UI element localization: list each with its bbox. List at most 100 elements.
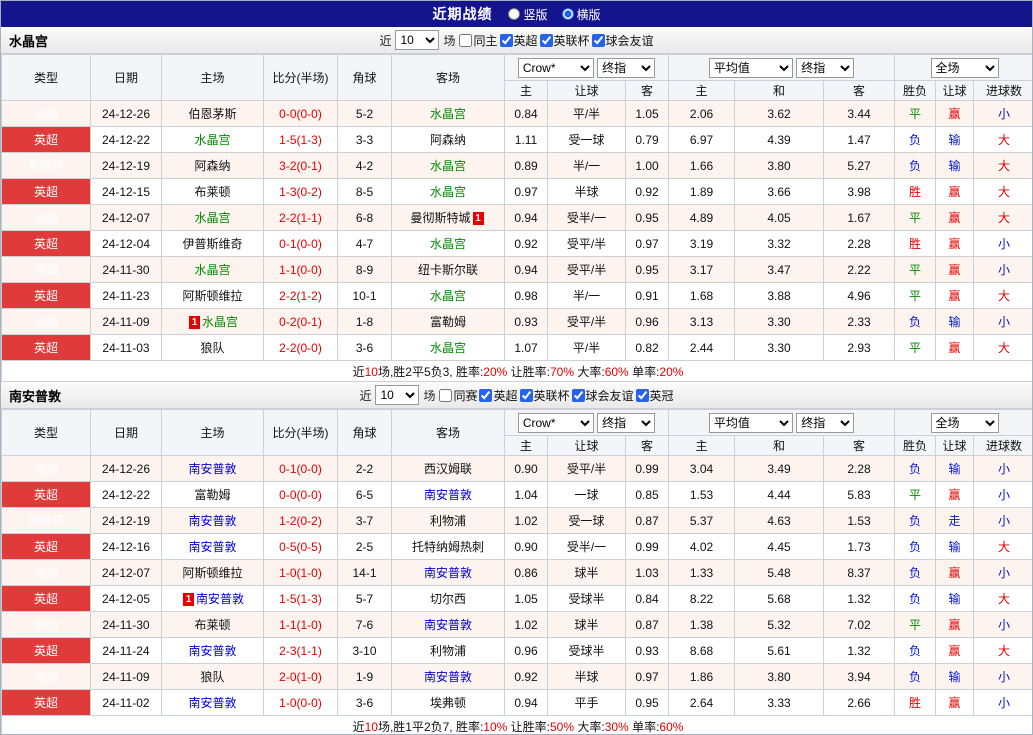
filter-checkbox[interactable]: [635, 388, 649, 402]
result: 负: [894, 126, 937, 153]
league-type: 英超: [1, 559, 91, 586]
filter-英超[interactable]: 英超: [479, 387, 518, 404]
odds-handicap: 半/一: [547, 282, 626, 309]
home-team-name: 阿斯顿维拉: [182, 566, 243, 580]
filter-checkbox[interactable]: [519, 388, 533, 402]
away-team-cell: 西汉姆联: [391, 455, 505, 482]
handicap-result: 赢: [935, 230, 975, 257]
avg-away: 1.73: [823, 533, 896, 560]
league-type: 英超: [1, 689, 91, 716]
avg-home: 3.19: [668, 230, 736, 257]
result: 平: [894, 334, 937, 361]
filter-checkbox[interactable]: [459, 33, 473, 47]
result: 平: [894, 481, 937, 508]
average-stage-select[interactable]: 终指: [796, 412, 855, 433]
odds-handicap: 受平/半: [547, 230, 626, 257]
filter-英联杯[interactable]: 英联杯: [519, 387, 570, 404]
league-type: 英超: [1, 585, 91, 612]
avg-draw: 4.05: [734, 204, 825, 231]
avg-home: 1.68: [668, 282, 736, 309]
odds-away: 0.79: [624, 126, 670, 153]
filter-checkbox[interactable]: [539, 33, 553, 47]
recent-count-select[interactable]: 10: [395, 30, 440, 50]
scope-select[interactable]: 全场: [930, 412, 999, 433]
goals-result: 小: [973, 559, 1032, 586]
filter-英联杯[interactable]: 英联杯: [539, 32, 590, 49]
match-row: 英超 24-11-09 狼队 2-0(1-0) 1-9 南安普敦 0.92 半球 0.97 1.8…: [1, 663, 1032, 690]
avg-home: 5.37: [668, 507, 736, 534]
odds-stage-select[interactable]: 终指: [597, 57, 656, 78]
filter-checkbox[interactable]: [439, 388, 453, 402]
odds-stage-select[interactable]: 终指: [597, 412, 656, 433]
odds-handicap: 受一球: [547, 507, 626, 534]
col-header-away: 客场: [391, 409, 505, 456]
col-header-corner: 角球: [337, 54, 392, 101]
filter-同赛[interactable]: 同赛: [439, 387, 477, 404]
score: 1-2(0-2): [263, 507, 338, 534]
match-date: 24-12-05: [90, 585, 162, 612]
layout-radio-input[interactable]: [561, 8, 574, 20]
handicap-result: 赢: [935, 256, 975, 283]
filter-checkbox[interactable]: [571, 388, 585, 402]
goals-result: 小: [973, 481, 1032, 508]
average-select[interactable]: 平均值: [708, 412, 793, 433]
corners: 6-5: [337, 481, 392, 508]
recent-label-suffix: 场: [443, 33, 456, 48]
filter-英超[interactable]: 英超: [499, 32, 538, 49]
filter-英冠[interactable]: 英冠: [635, 387, 674, 404]
avg-home: 3.13: [668, 308, 736, 335]
filter-checkbox[interactable]: [499, 33, 513, 47]
filter-球会友谊[interactable]: 球会友谊: [591, 32, 654, 49]
sub-header-avg-home: 主: [668, 435, 736, 456]
score: 1-5(1-3): [263, 126, 338, 153]
average-stage-select[interactable]: 终指: [796, 57, 855, 78]
home-team-name: 阿森纳: [194, 159, 231, 173]
match-date: 24-12-26: [90, 455, 162, 482]
filter-球会友谊[interactable]: 球会友谊: [571, 387, 634, 404]
sub-header-avg-draw: 和: [734, 80, 825, 101]
score: 0-5(0-5): [263, 533, 338, 560]
goals-result: 大: [973, 178, 1032, 205]
match-row: 英超 24-12-16 南安普敦 0-5(0-5) 2-5 托特纳姆热刺 0.90 受半/一 0…: [1, 533, 1032, 560]
average-select[interactable]: 平均值: [708, 57, 793, 78]
odds-home: 0.86: [504, 559, 548, 586]
recent-count-select[interactable]: 10: [375, 385, 420, 405]
score: 2-2(1-1): [263, 204, 338, 231]
bookmaker-select[interactable]: Crow*: [517, 412, 594, 433]
home-team-cell: 南安普敦: [161, 637, 264, 664]
avg-away: 1.67: [823, 204, 896, 231]
away-team-cell: 水晶宫: [391, 334, 505, 361]
odds-handicap: 受半/一: [547, 204, 626, 231]
result: 负: [894, 507, 937, 534]
layout-radio-2[interactable]: 横版: [561, 6, 601, 23]
corners: 4-2: [337, 152, 392, 179]
sub-header-odds-home: 主: [504, 80, 548, 101]
layout-radio-1[interactable]: 竖版: [508, 6, 548, 23]
match-date: 24-12-22: [90, 481, 162, 508]
filter-checkbox[interactable]: [591, 33, 605, 47]
summary-row: 近10场,胜2平5负3, 胜率:20% 让胜率:70% 大率:60% 单率:20…: [1, 360, 1032, 382]
match-date: 24-12-19: [90, 507, 162, 534]
match-row: 英超 24-11-09 1 水晶宫 0-2(0-1) 1-8 富勒姆 0.93 受平/半 0.96…: [1, 308, 1032, 335]
summary-segment: 10: [364, 364, 378, 379]
bookmaker-select[interactable]: Crow*: [517, 57, 594, 78]
handicap-result: 赢: [935, 559, 975, 586]
col-header-score: 比分(半场): [263, 54, 338, 101]
score: 0-1(0-0): [263, 455, 338, 482]
home-team-name: 布莱顿: [194, 185, 231, 199]
results-table: 类型 日期 主场 比分(半场) 角球 客场 Crow* 终指 平均值 终指 全场…: [1, 409, 1032, 734]
odds-home: 0.93: [504, 308, 548, 335]
filter-同主[interactable]: 同主: [459, 32, 498, 49]
home-team-name: 南安普敦: [195, 592, 244, 606]
away-team-name: 富勒姆: [429, 315, 466, 329]
home-team-cell: 1 南安普敦: [161, 585, 264, 612]
layout-radio-input[interactable]: [508, 8, 521, 20]
league-type: 英超: [1, 230, 91, 257]
filter-checkbox[interactable]: [479, 388, 493, 402]
goals-result: 大: [973, 533, 1032, 560]
sub-header-odds-handicap: 让球: [547, 435, 626, 456]
scope-select[interactable]: 全场: [930, 57, 999, 78]
col-header-score: 比分(半场): [263, 409, 338, 456]
filter-controls: 近 10 场 同赛 英超 英联杯 球会友谊 英冠: [359, 385, 674, 405]
average-header-cell: 平均值 终指: [668, 409, 896, 436]
